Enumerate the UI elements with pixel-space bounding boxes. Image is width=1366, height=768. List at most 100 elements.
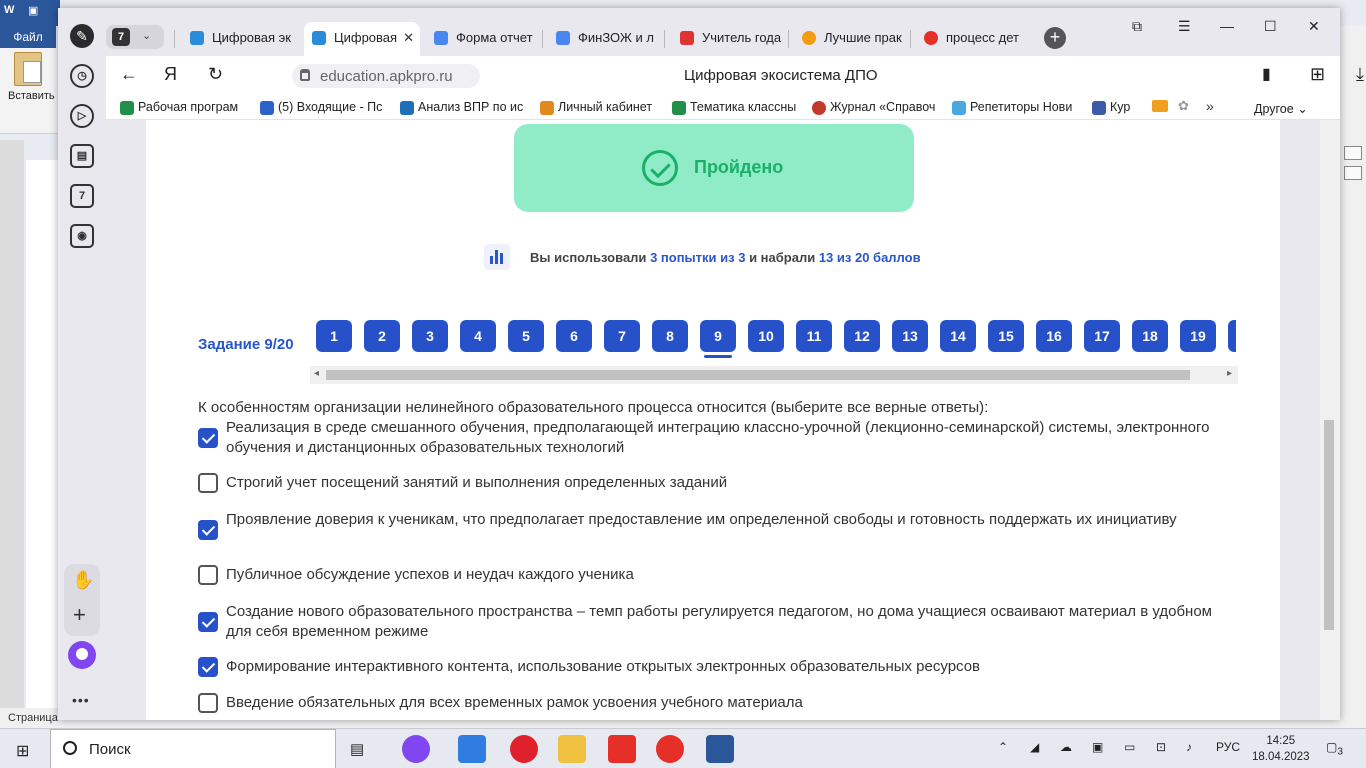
vertical-scrollbar[interactable]	[1320, 120, 1340, 720]
scroll-right-icon[interactable]: ▸	[1227, 368, 1232, 379]
view-icon[interactable]	[1344, 146, 1362, 160]
yandex-icon[interactable]: Я	[164, 64, 177, 85]
question-number-button[interactable]: 6	[556, 320, 592, 352]
bookmark-item[interactable]: Репетиторы Нови	[952, 100, 1072, 115]
question-number-button[interactable]: 18	[1132, 320, 1168, 352]
tab-count-button[interactable]: 7 ⌄	[106, 25, 164, 49]
question-number-button[interactable]: 8	[652, 320, 688, 352]
checkbox-checked[interactable]	[198, 520, 218, 540]
maximize-icon[interactable]: ☐	[1264, 18, 1277, 35]
mail-icon[interactable]	[1152, 100, 1168, 112]
new-tab-button[interactable]: +	[1044, 27, 1066, 49]
tab-6[interactable]: Лучшие прак	[794, 22, 906, 56]
checkbox-checked[interactable]	[198, 657, 218, 677]
question-number-button[interactable]: 11	[796, 320, 832, 352]
checkbox-unchecked[interactable]	[198, 693, 218, 713]
minimize-icon[interactable]: —	[1220, 18, 1234, 34]
question-number-button[interactable]: 19	[1180, 320, 1216, 352]
tab-7[interactable]: процесс дет	[916, 22, 1030, 56]
question-number-button[interactable]: 9	[700, 320, 736, 352]
tabs-icon[interactable]: ⧉	[1132, 18, 1142, 35]
tab-1[interactable]: Цифровая эк	[182, 22, 298, 56]
checkbox-unchecked[interactable]	[198, 565, 218, 585]
back-icon[interactable]: ←	[120, 64, 138, 85]
url-field[interactable]: education.apkpro.ru	[292, 64, 480, 88]
question-number-button[interactable]: 3	[412, 320, 448, 352]
task-view-icon[interactable]: ▤	[350, 740, 364, 758]
more-icon[interactable]: •••	[72, 692, 90, 708]
hand-icon[interactable]: ✋	[72, 570, 94, 591]
more-bookmarks-icon[interactable]: »	[1206, 98, 1214, 114]
checkbox-unchecked[interactable]	[198, 473, 218, 493]
checkbox-checked[interactable]	[198, 428, 218, 448]
scroll-thumb[interactable]	[326, 370, 1190, 380]
save-icon[interactable]: ▣	[28, 4, 38, 17]
close-tab-icon[interactable]: ✕	[403, 22, 414, 54]
question-number-button[interactable]: 10	[748, 320, 784, 352]
question-number-button[interactable]: 20	[1228, 320, 1236, 352]
settings-icon[interactable]	[1344, 166, 1362, 180]
horizontal-scrollbar[interactable]: ◂ ▸	[310, 366, 1238, 384]
clock[interactable]: 14:25 18.04.2023	[1252, 733, 1310, 765]
add-icon[interactable]: +	[73, 602, 86, 628]
close-window-icon[interactable]: ✕	[1308, 18, 1320, 35]
windows-start-icon[interactable]: ⊞	[16, 741, 29, 761]
taskbar-search[interactable]: Поиск	[50, 729, 336, 768]
bookmark-item[interactable]: Анализ ВПР по ис	[400, 100, 523, 115]
reload-icon[interactable]: ↻	[208, 64, 223, 85]
bookmark-item[interactable]: (5) Входящие - Пс	[260, 100, 382, 115]
language-indicator[interactable]: РУС	[1216, 740, 1240, 754]
alice-taskbar-icon[interactable]	[402, 735, 430, 763]
scroll-thumb[interactable]	[1324, 420, 1334, 630]
cloud-icon[interactable]: ☁	[1060, 740, 1072, 754]
bookmark-item[interactable]: Кур	[1092, 100, 1130, 115]
opera-icon[interactable]	[510, 735, 538, 763]
word-taskbar-icon[interactable]	[706, 735, 734, 763]
question-number-button[interactable]: 16	[1036, 320, 1072, 352]
browser-logo-icon[interactable]: ✎	[70, 24, 94, 48]
question-number-button[interactable]: 15	[988, 320, 1024, 352]
yandex-browser-icon[interactable]	[656, 735, 684, 763]
download-icon[interactable]: ⤓	[1356, 64, 1364, 85]
question-number-button[interactable]: 12	[844, 320, 880, 352]
tab-active[interactable]: Цифровая ✕	[304, 22, 420, 56]
extension-icon[interactable]: ✿	[1178, 98, 1189, 114]
collections-icon[interactable]: ▤	[70, 144, 94, 168]
scroll-left-icon[interactable]: ◂	[314, 368, 319, 379]
store-icon[interactable]	[458, 735, 486, 763]
word-file-tab[interactable]: Файл	[0, 26, 56, 48]
question-number-button[interactable]: 1	[316, 320, 352, 352]
alice-assistant-icon[interactable]	[68, 641, 96, 669]
screenshot-icon[interactable]: ◉	[70, 224, 94, 248]
question-number-button[interactable]: 2	[364, 320, 400, 352]
bookmark-item[interactable]: Рабочая програм	[120, 100, 238, 115]
bookmark-item[interactable]: Тематика классны	[672, 100, 796, 115]
volume-icon[interactable]: ♪	[1186, 740, 1192, 754]
question-number-button[interactable]: 17	[1084, 320, 1120, 352]
network-icon[interactable]: ◢	[1030, 740, 1039, 754]
tray-up-icon[interactable]: ⌃	[998, 740, 1008, 754]
bookmark-item[interactable]: Личный кабинет	[540, 100, 652, 115]
history-icon[interactable]: ◷	[70, 64, 94, 88]
checkbox-checked[interactable]	[198, 612, 218, 632]
bookmark-item[interactable]: Журнал «Справоч	[812, 100, 935, 115]
tab-count-sidebar-icon[interactable]: 7	[70, 184, 94, 208]
play-icon[interactable]: ▷	[70, 104, 94, 128]
bookmark-icon[interactable]: ▮	[1262, 64, 1271, 84]
yandex-taskbar-icon[interactable]	[608, 735, 636, 763]
tab-4[interactable]: ФинЗОЖ и л	[548, 22, 660, 56]
question-number-button[interactable]: 7	[604, 320, 640, 352]
question-number-button[interactable]: 13	[892, 320, 928, 352]
tray-app-icon[interactable]: ▣	[1092, 740, 1103, 754]
reader-icon[interactable]: ⊞	[1310, 64, 1325, 85]
tab-3[interactable]: Форма отчет	[426, 22, 538, 56]
question-number-button[interactable]: 4	[460, 320, 496, 352]
notifications-icon[interactable]: ▢3	[1326, 740, 1343, 757]
monitor-icon[interactable]: ⊡	[1156, 740, 1166, 754]
tab-5[interactable]: Учитель года	[672, 22, 784, 56]
question-number-button[interactable]: 5	[508, 320, 544, 352]
paste-button[interactable]: Вставить	[8, 52, 55, 102]
menu-icon[interactable]: ☰	[1178, 18, 1191, 35]
battery-icon[interactable]: ▭	[1124, 740, 1135, 754]
other-bookmarks[interactable]: Другое ⌄	[1254, 101, 1308, 116]
